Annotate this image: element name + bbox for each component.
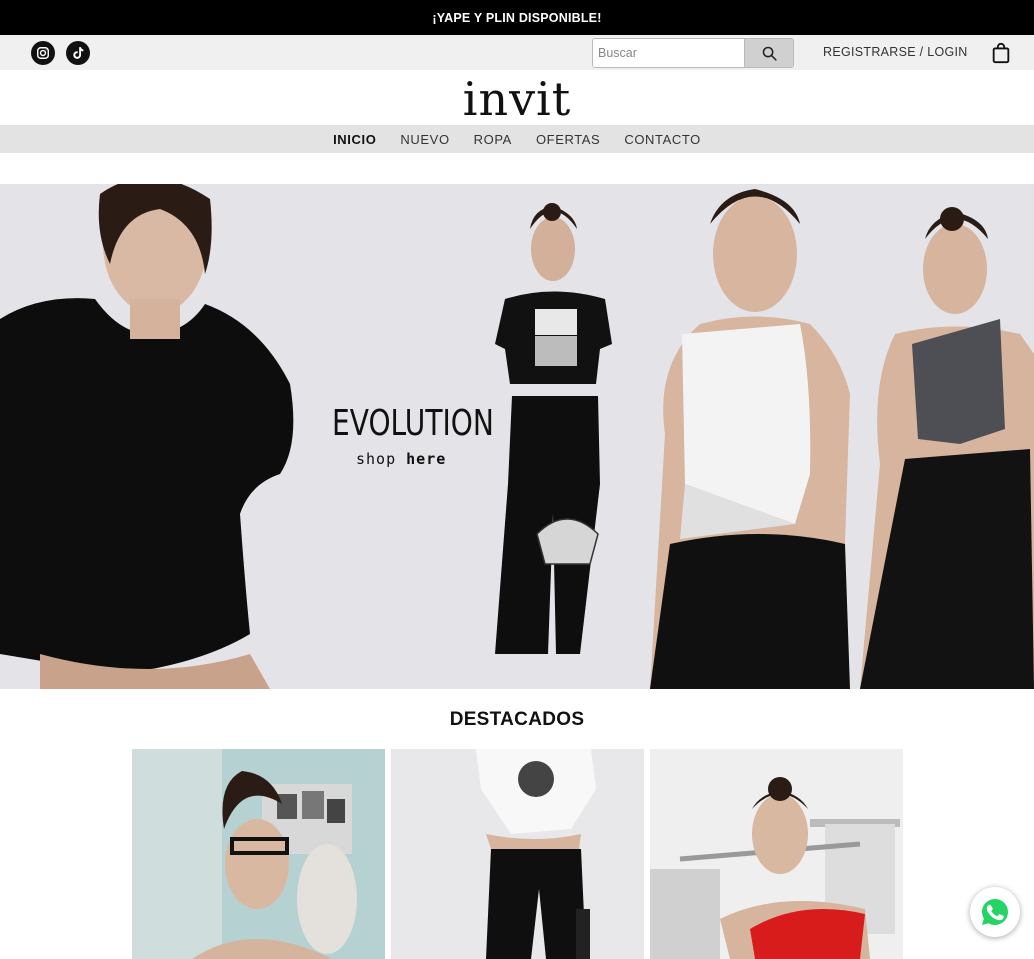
hero-banner[interactable]: EVOLUTION shop here	[0, 184, 1034, 689]
hero-model-grey-top	[860, 207, 1034, 689]
hero-title: EVOLUTION	[332, 403, 494, 444]
cart-button[interactable]	[990, 42, 1012, 64]
logo-text: invit	[462, 71, 572, 126]
whatsapp-button[interactable]	[970, 887, 1020, 937]
hero-model-black-tee	[0, 184, 294, 689]
product-card-1[interactable]	[132, 749, 385, 959]
search-input[interactable]	[593, 39, 744, 67]
product-card-3[interactable]	[650, 749, 903, 959]
hero-text: EVOLUTION shop here	[332, 403, 494, 469]
model-glasses-photo	[132, 749, 385, 959]
shopping-bag-icon	[992, 42, 1010, 64]
nav-item-inicio[interactable]: INICIO	[333, 132, 376, 147]
instagram-icon[interactable]	[31, 41, 55, 65]
hero-model-white-top	[650, 189, 850, 689]
product-card-2[interactable]	[391, 749, 644, 959]
promo-text: ¡YAPE Y PLIN DISPONIBLE!	[432, 10, 602, 25]
main-nav: INICIO NUEVO ROPA OFERTAS CONTACTO	[0, 125, 1034, 153]
hero-subtitle-strong: here	[406, 450, 447, 468]
nav-item-nuevo[interactable]: NUEVO	[400, 132, 449, 147]
brand-logo[interactable]: invit	[0, 70, 1034, 125]
search-button[interactable]	[744, 39, 793, 67]
hero-model-graphic-tee	[495, 203, 612, 654]
tiktok-icon[interactable]	[66, 41, 90, 65]
nav-item-contacto[interactable]: CONTACTO	[624, 132, 701, 147]
search-icon	[762, 46, 777, 61]
nav-item-ropa[interactable]: ROPA	[474, 132, 512, 147]
model-red-top-photo	[650, 749, 903, 959]
featured-title: DESTACADOS	[449, 709, 585, 730]
hero-subtitle[interactable]: shop here	[332, 450, 472, 468]
hero-subtitle-prefix: shop	[356, 450, 397, 468]
model-white-crop-top-photo	[391, 749, 644, 959]
nav-item-ofertas[interactable]: OFERTAS	[536, 132, 600, 147]
social-links	[31, 41, 90, 65]
whatsapp-icon	[982, 899, 1008, 925]
register-login-link[interactable]: REGISTRARSE / LOGIN	[823, 45, 968, 59]
featured-products	[132, 749, 903, 959]
search-box	[592, 38, 794, 68]
utility-bar: REGISTRARSE / LOGIN	[0, 35, 1034, 70]
hero-photo	[0, 184, 1034, 689]
promo-bar: ¡YAPE Y PLIN DISPONIBLE!	[0, 0, 1034, 35]
